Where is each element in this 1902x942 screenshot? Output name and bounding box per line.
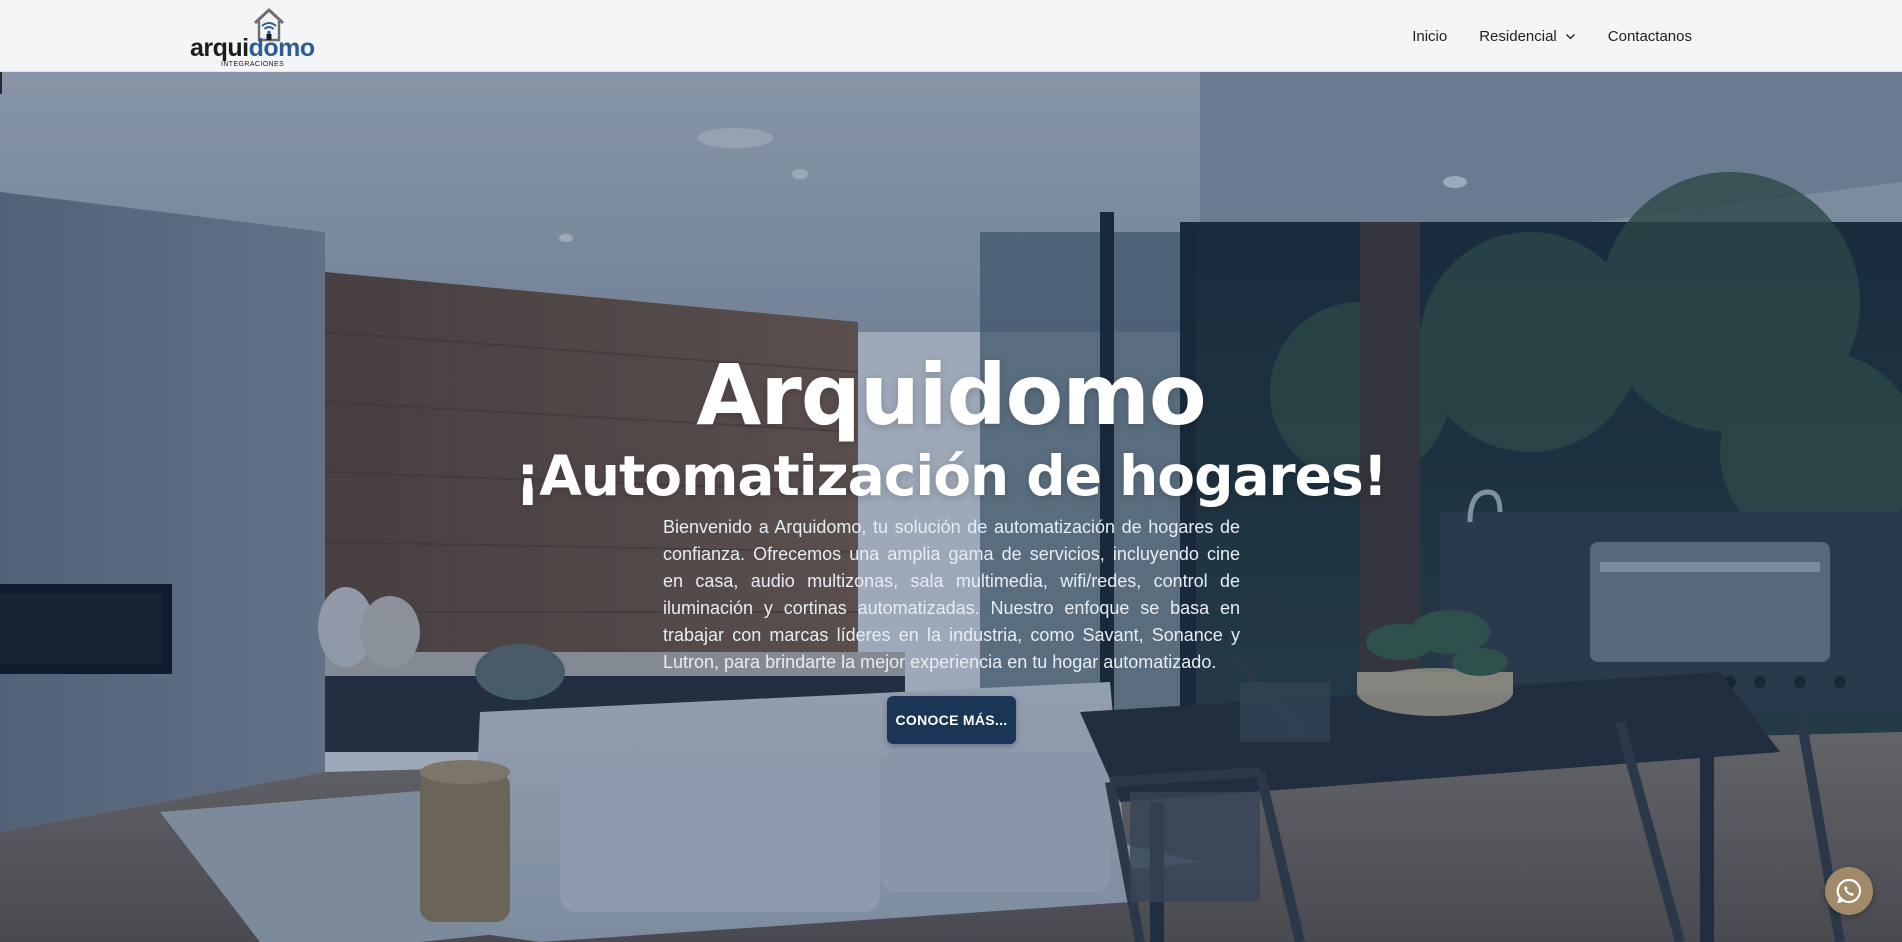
whatsapp-icon: [1836, 878, 1862, 904]
hero-title: Arquidomo: [696, 346, 1206, 444]
nav-item-label: Residencial: [1479, 27, 1557, 45]
hero-subtitle: ¡Automatización de hogares!: [515, 444, 1388, 508]
text-cursor-mark: [0, 72, 2, 94]
site-logo[interactable]: arquidomo INTEGRACIONES: [190, 6, 315, 68]
main-nav: Inicio Residencial Contactanos: [1412, 0, 1692, 72]
site-header: arquidomo INTEGRACIONES Inicio Residenci…: [0, 0, 1902, 72]
logo-subtitle: INTEGRACIONES: [221, 61, 285, 68]
hero-description: Bienvenido a Arquidomo, tu solución de a…: [663, 517, 1240, 672]
nav-item-label: Contactanos: [1607, 27, 1692, 45]
nav-item-residencial[interactable]: Residencial: [1479, 28, 1576, 45]
conoce-mas-button[interactable]: CONOCE MÁS...: [887, 696, 1016, 744]
hero-section: Arquidomo ¡Automatización de hogares! Bi…: [0, 72, 1902, 942]
whatsapp-button[interactable]: [1825, 867, 1873, 915]
chevron-down-icon: [1565, 33, 1575, 39]
nav-item-label: Inicio: [1412, 27, 1448, 45]
nav-item-contactanos[interactable]: Contactanos: [1608, 28, 1692, 45]
nav-item-inicio[interactable]: Inicio: [1412, 28, 1447, 45]
logo-wordmark: arquidomo: [190, 34, 315, 62]
